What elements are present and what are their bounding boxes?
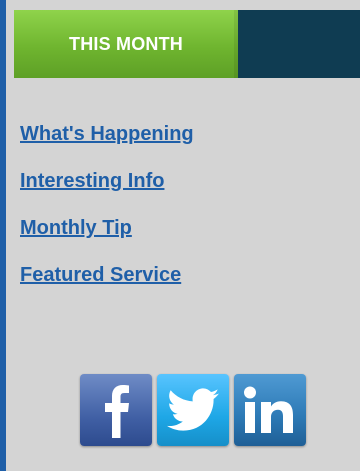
social-links (80, 374, 306, 446)
facebook-icon (96, 382, 136, 438)
link-interesting-info[interactable]: Interesting Info (20, 169, 194, 193)
facebook-button[interactable] (80, 374, 152, 446)
linkedin-icon (241, 385, 299, 435)
linkedin-button[interactable] (234, 374, 306, 446)
twitter-icon (167, 388, 219, 432)
tab-this-month[interactable]: THIS MONTH (14, 10, 238, 78)
twitter-button[interactable] (157, 374, 229, 446)
link-whats-happening[interactable]: What's Happening (20, 122, 194, 146)
section-links: What's Happening Interesting Info Monthl… (20, 122, 194, 310)
link-monthly-tip[interactable]: Monthly Tip (20, 216, 194, 240)
header-dark-bar (238, 10, 360, 78)
link-featured-service[interactable]: Featured Service (20, 263, 194, 287)
tab-label: THIS MONTH (69, 33, 183, 54)
